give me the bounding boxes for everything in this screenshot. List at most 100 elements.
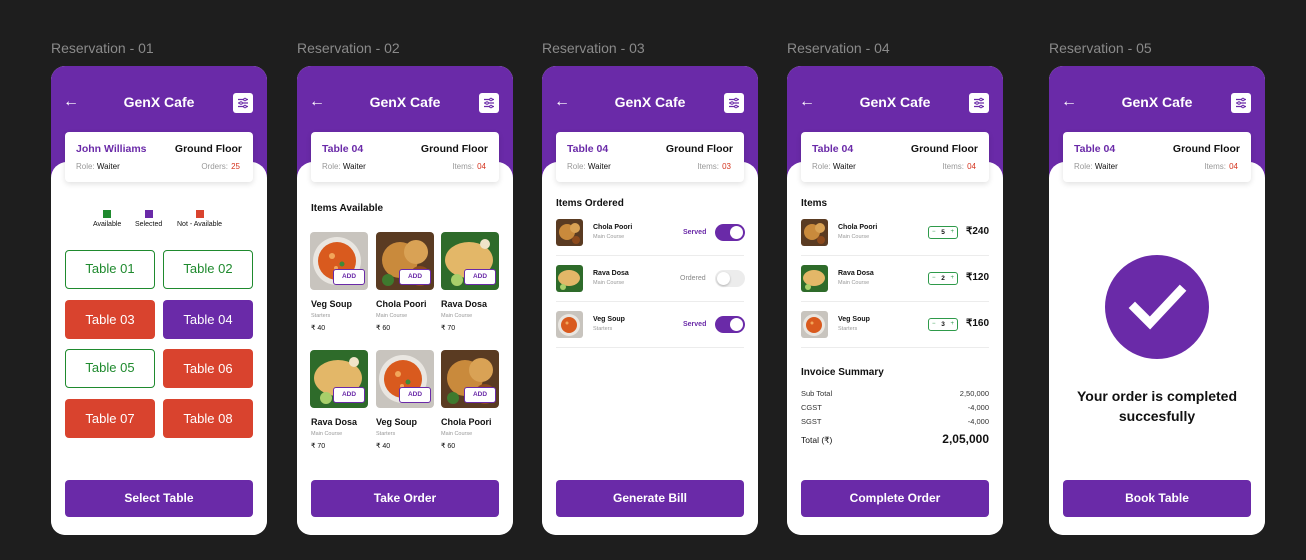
add-button[interactable]: ADD [333, 269, 365, 285]
sgst-label: SGST [801, 417, 822, 426]
divider [556, 255, 744, 256]
item-category: Main Course [441, 313, 473, 319]
table-02-button[interactable]: Table 02 [163, 250, 253, 289]
card-name: John Williams [76, 143, 147, 155]
minus-icon[interactable]: − [932, 319, 936, 330]
items-ordered-heading: Items Ordered [556, 198, 624, 209]
minus-icon[interactable]: − [932, 273, 936, 284]
item-name: Chola Poori [376, 299, 427, 309]
divider [801, 255, 989, 256]
table-03-button[interactable]: Table 03 [65, 300, 155, 339]
plus-icon[interactable]: + [950, 227, 954, 238]
card-floor: Ground Floor [910, 143, 978, 155]
screen-select-table: ← GenX Cafe John Williams Ground Floor R… [51, 66, 267, 535]
plus-icon[interactable]: + [950, 319, 954, 330]
screen-invoice: ← GenX Cafe Table 04 Ground Floor Role: … [787, 66, 1003, 535]
card-name: Table 04 [812, 143, 854, 155]
card-count: 25 [231, 162, 240, 171]
filter-icon[interactable] [969, 93, 989, 113]
item-name: Veg Soup [311, 299, 353, 309]
cgst-value: -4,000 [967, 403, 989, 412]
item-category: Main Course [838, 234, 870, 240]
add-button[interactable]: ADD [399, 269, 431, 285]
generate-bill-button[interactable]: Generate Bill [556, 480, 744, 517]
waiter-info-card: John Williams Ground Floor Role: Waiter … [65, 132, 253, 182]
card-floor: Ground Floor [1172, 143, 1240, 155]
item-price: ₹120 [965, 272, 989, 283]
quantity-stepper[interactable]: −2 + [928, 272, 958, 285]
table-08-button[interactable]: Table 08 [163, 399, 253, 438]
screen-items-ordered: ← GenX Cafe Table 04 Ground Floor Role: … [542, 66, 758, 535]
filter-icon[interactable] [1231, 93, 1251, 113]
item-name: Rava Dosa [838, 270, 874, 277]
add-button[interactable]: ADD [464, 387, 496, 403]
item-name: Rava Dosa [311, 417, 358, 427]
frame-label-3: Reservation - 03 [542, 40, 645, 56]
plus-icon[interactable]: + [950, 273, 954, 284]
item-category: Main Course [593, 280, 625, 286]
sub-total-value: 2,50,000 [959, 389, 989, 398]
table-04-button[interactable]: Table 04 [163, 300, 253, 339]
item-status: Served [683, 321, 707, 328]
add-button[interactable]: ADD [333, 387, 365, 403]
total-label: Total (₹) [801, 435, 833, 445]
add-button[interactable]: ADD [464, 269, 496, 285]
filter-icon[interactable] [724, 93, 744, 113]
invoice-summary-heading: Invoice Summary [801, 367, 884, 378]
served-toggle[interactable] [715, 270, 745, 287]
card-count-label: Items: [1204, 162, 1226, 171]
card-name: Table 04 [1074, 143, 1116, 155]
card-count-label: Orders: [201, 162, 228, 171]
item-name: Veg Soup [593, 316, 625, 323]
item-name: Chola Poori [441, 417, 492, 427]
book-table-button[interactable]: Book Table [1063, 480, 1251, 517]
table-06-button[interactable]: Table 06 [163, 349, 253, 388]
legend-available: Available [93, 210, 121, 228]
frame-label-2: Reservation - 02 [297, 40, 400, 56]
cgst-label: CGST [801, 403, 822, 412]
veg-soup-thumbnail [801, 311, 828, 338]
table-01-button[interactable]: Table 01 [65, 250, 155, 289]
quantity-stepper[interactable]: −3 + [928, 318, 958, 331]
frame-label-1: Reservation - 01 [51, 40, 154, 56]
rava-dosa-thumbnail [556, 265, 583, 292]
item-price: ₹ 60 [441, 443, 456, 450]
select-table-button[interactable]: Select Table [65, 480, 253, 517]
table-info-card: Table 04 Ground Floor Role: Waiter Items… [556, 132, 744, 182]
take-order-button[interactable]: Take Order [311, 480, 499, 517]
screen-take-order: ← GenX Cafe Table 04 Ground Floor Role: … [297, 66, 513, 535]
frame-label-4: Reservation - 04 [787, 40, 890, 56]
card-role: Role: Waiter [1074, 162, 1118, 171]
item-category: Main Course [838, 280, 870, 286]
card-count-label: Items: [452, 162, 474, 171]
add-button[interactable]: ADD [399, 387, 431, 403]
item-status: Served [683, 229, 707, 236]
table-07-button[interactable]: Table 07 [65, 399, 155, 438]
filter-icon[interactable] [233, 93, 253, 113]
frame-label-5: Reservation - 05 [1049, 40, 1152, 56]
sgst-value: -4,000 [967, 417, 989, 426]
served-toggle[interactable] [715, 316, 745, 333]
table-info-card: Table 04 Ground Floor Role: Waiter Items… [1063, 132, 1251, 182]
divider [801, 301, 989, 302]
item-category: Starters [593, 326, 613, 332]
veg-soup-thumbnail [556, 311, 583, 338]
filter-icon[interactable] [479, 93, 499, 113]
item-name: Chola Poori [593, 224, 633, 231]
complete-order-button[interactable]: Complete Order [801, 480, 989, 517]
item-price: ₹ 40 [376, 443, 391, 450]
item-name: Chola Poori [838, 224, 878, 231]
item-name: Veg Soup [376, 417, 418, 427]
items-available-heading: Items Available [311, 203, 384, 214]
item-category: Starters [376, 431, 396, 437]
item-name: Rava Dosa [593, 270, 629, 277]
card-role: Role: Waiter [322, 162, 366, 171]
card-role: Role: Waiter [567, 162, 611, 171]
table-05-button[interactable]: Table 05 [65, 349, 155, 388]
item-category: Main Course [441, 431, 473, 437]
quantity-stepper[interactable]: −5 + [928, 226, 958, 239]
served-toggle[interactable] [715, 224, 745, 241]
item-price: ₹ 70 [311, 443, 326, 450]
item-price: ₹240 [965, 226, 989, 237]
minus-icon[interactable]: − [932, 227, 936, 238]
